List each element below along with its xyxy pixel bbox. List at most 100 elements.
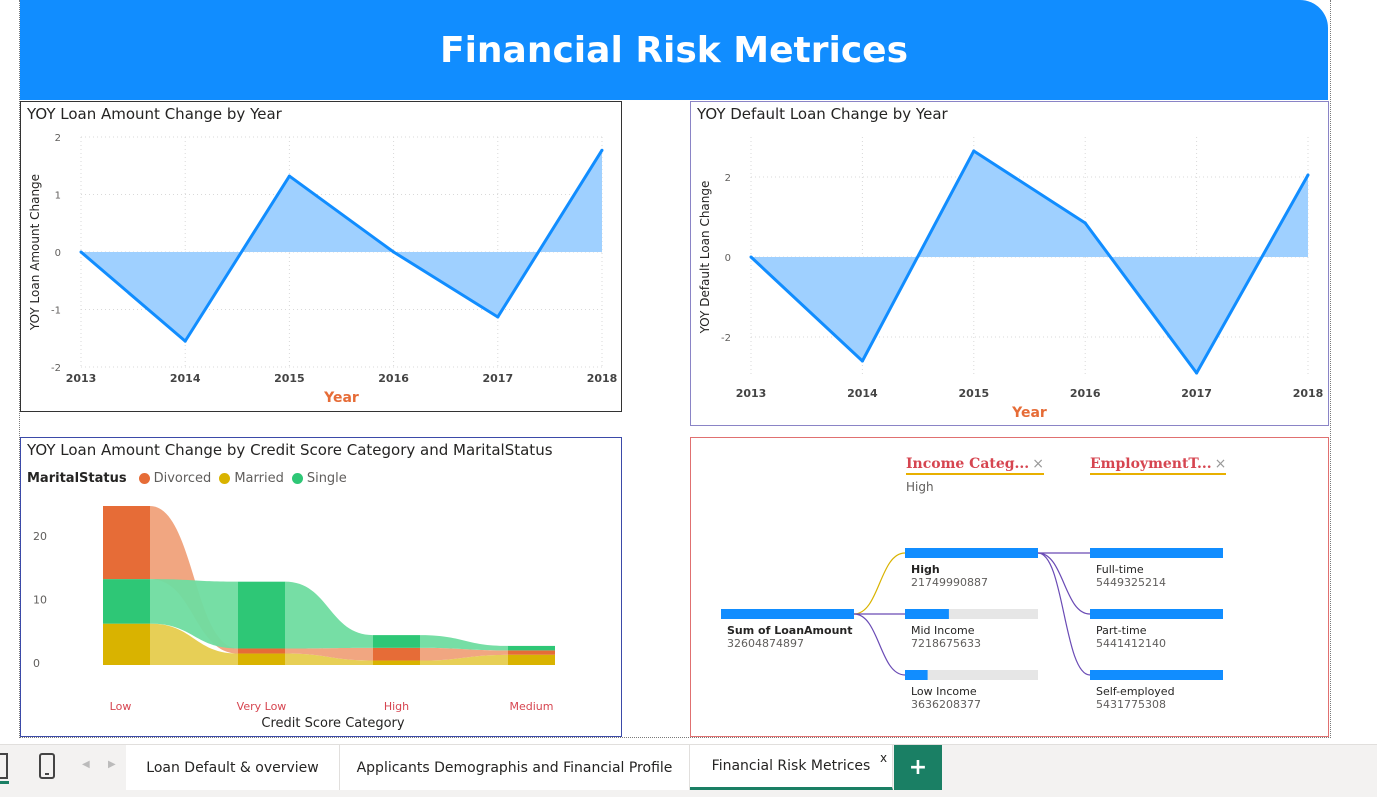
y-tick-label: 20: [33, 530, 47, 543]
bar-segment-married: [103, 623, 150, 665]
node-bar: [905, 670, 928, 680]
data-point: [600, 148, 604, 152]
x-axis-title: Credit Score Category: [261, 716, 404, 731]
page-header: Financial Risk Metrices: [20, 0, 1328, 100]
data-point: [496, 315, 500, 319]
tab-applicants-demographics[interactable]: Applicants Demographis and Financial Pro…: [340, 745, 690, 790]
y-tick-label: -2: [51, 363, 61, 374]
tab-financial-risk-metrices[interactable]: Financial Risk Metrices: [690, 745, 893, 790]
bar-segment-divorced: [508, 650, 555, 655]
bar-segment-divorced: [238, 648, 285, 654]
node-value: 21749990887: [911, 576, 988, 589]
node-label: Part-time: [1096, 624, 1147, 637]
tab-loan-default-overview[interactable]: Loan Default & overview: [126, 745, 340, 790]
bar-segment-single: [508, 645, 555, 651]
tree-link: [1037, 552, 1091, 676]
area-fill: [751, 151, 1308, 373]
data-point: [1195, 371, 1199, 375]
node-bar: [1090, 548, 1223, 558]
ribbon-single: [285, 581, 373, 649]
node-value: 3636208377: [911, 698, 981, 711]
x-tick-label: 2013: [736, 387, 767, 400]
x-tick-label: Medium: [510, 700, 554, 713]
node-bar: [1090, 609, 1223, 619]
y-axis-title: YOY Loan Amount Change: [28, 174, 42, 331]
bar-segment-divorced: [103, 506, 150, 580]
tab-label: Financial Risk Metrices: [711, 758, 871, 774]
x-tick-label: 2014: [847, 387, 878, 400]
data-point: [287, 174, 291, 178]
bar-segment-married: [238, 653, 285, 665]
root-label: Sum of LoanAmount: [727, 624, 853, 637]
bar-segment-married: [508, 654, 555, 665]
node-value: 7218675633: [911, 637, 981, 650]
data-point: [79, 250, 83, 254]
x-tick-label: 2014: [170, 372, 201, 385]
next-page-icon[interactable]: ▶: [108, 759, 116, 770]
x-tick-label: 2015: [274, 372, 305, 385]
x-axis-title: Year: [1011, 405, 1047, 421]
area-fill: [81, 150, 602, 342]
x-tick-label: 2017: [1181, 387, 1212, 400]
x-tick-label: 2015: [958, 387, 989, 400]
node-label: Full-time: [1096, 563, 1144, 576]
loan-amount-change-plot: 2 1 0 -1 -2 2013 2014 2015 2016 2017 2018 Year YOY L…: [28, 133, 618, 406]
bar-segment-single: [103, 579, 150, 624]
decomp-tree-graph: Sum of LoanAmount32604874897 High21749990…: [721, 548, 1223, 711]
data-point: [183, 339, 187, 343]
y-tick-label: 10: [33, 593, 47, 606]
desktop-view-icon[interactable]: [0, 753, 8, 779]
credit-score-ribbon-chart[interactable]: YOY Loan Amount Change by Credit Score C…: [20, 437, 622, 737]
previous-page-icon[interactable]: ◀: [82, 759, 90, 770]
decomposition-tree[interactable]: Income Categ... × High EmploymentT... × Su…: [690, 437, 1329, 737]
tree-link: [1037, 552, 1091, 615]
loan-amount-change-chart[interactable]: YOY Loan Amount Change by Year 2 1 0 -1 -2 20…: [20, 101, 622, 412]
y-tick-label: 2: [725, 173, 731, 184]
data-point: [972, 149, 976, 153]
active-view-indicator: [0, 781, 9, 784]
x-tick-label: 2016: [1070, 387, 1101, 400]
node-bar: [905, 609, 949, 619]
root-bar: [721, 609, 854, 619]
bar-segment-married: [373, 660, 420, 665]
mobile-view-icon[interactable]: [39, 753, 55, 779]
x-tick-label: 2018: [587, 372, 618, 385]
y-tick-label: 1: [55, 191, 61, 202]
data-point: [860, 359, 864, 363]
default-loan-change-plot: 2 0 -2 2013 2014 2015 2016 2017 2018 Year YOY Defa…: [698, 137, 1324, 421]
page-tab-bar: ◀ ▶ Loan Default & overview Applicants D…: [0, 744, 1377, 797]
x-tick-label: 2017: [482, 372, 513, 385]
add-page-button[interactable]: +: [894, 745, 942, 790]
y-tick-label: 0: [55, 248, 61, 259]
x-tick-label: Very Low: [237, 700, 287, 713]
y-tick-label: 0: [725, 253, 731, 264]
bar-segment-divorced: [373, 647, 420, 661]
close-tab-icon[interactable]: x: [880, 751, 887, 765]
x-tick-label: High: [384, 700, 409, 713]
x-tick-label: 2013: [66, 372, 97, 385]
data-point: [1306, 173, 1310, 177]
root-value: 32604874897: [727, 637, 804, 650]
data-point: [1083, 221, 1087, 225]
ribbon-plot: 20 10 0 Low Very Low High Medium Credit Score C…: [33, 506, 555, 731]
y-tick-label: 2: [55, 133, 61, 144]
node-label: Low Income: [911, 685, 977, 698]
tree-link: [853, 613, 906, 676]
node-label: Self-employed: [1096, 685, 1175, 698]
node-label: High: [911, 563, 940, 576]
bar-segment-single: [238, 581, 285, 649]
node-bar: [905, 548, 1038, 558]
y-axis-title: YOY Default Loan Change: [698, 181, 712, 335]
x-tick-label: 2018: [1293, 387, 1324, 400]
node-value: 5431775308: [1096, 698, 1166, 711]
default-loan-change-chart[interactable]: YOY Default Loan Change by Year 2 0 -2 2013…: [690, 101, 1329, 426]
bar-segment-single: [373, 635, 420, 648]
data-point: [749, 255, 753, 259]
x-tick-label: Low: [110, 700, 132, 713]
node-value: 5449325214: [1096, 576, 1166, 589]
node-bar: [1090, 670, 1223, 680]
y-tick-label: 0: [33, 657, 40, 670]
node-label: Mid Income: [911, 624, 975, 637]
x-axis-title: Year: [323, 390, 359, 406]
page-title: Financial Risk Metrices: [439, 29, 909, 71]
